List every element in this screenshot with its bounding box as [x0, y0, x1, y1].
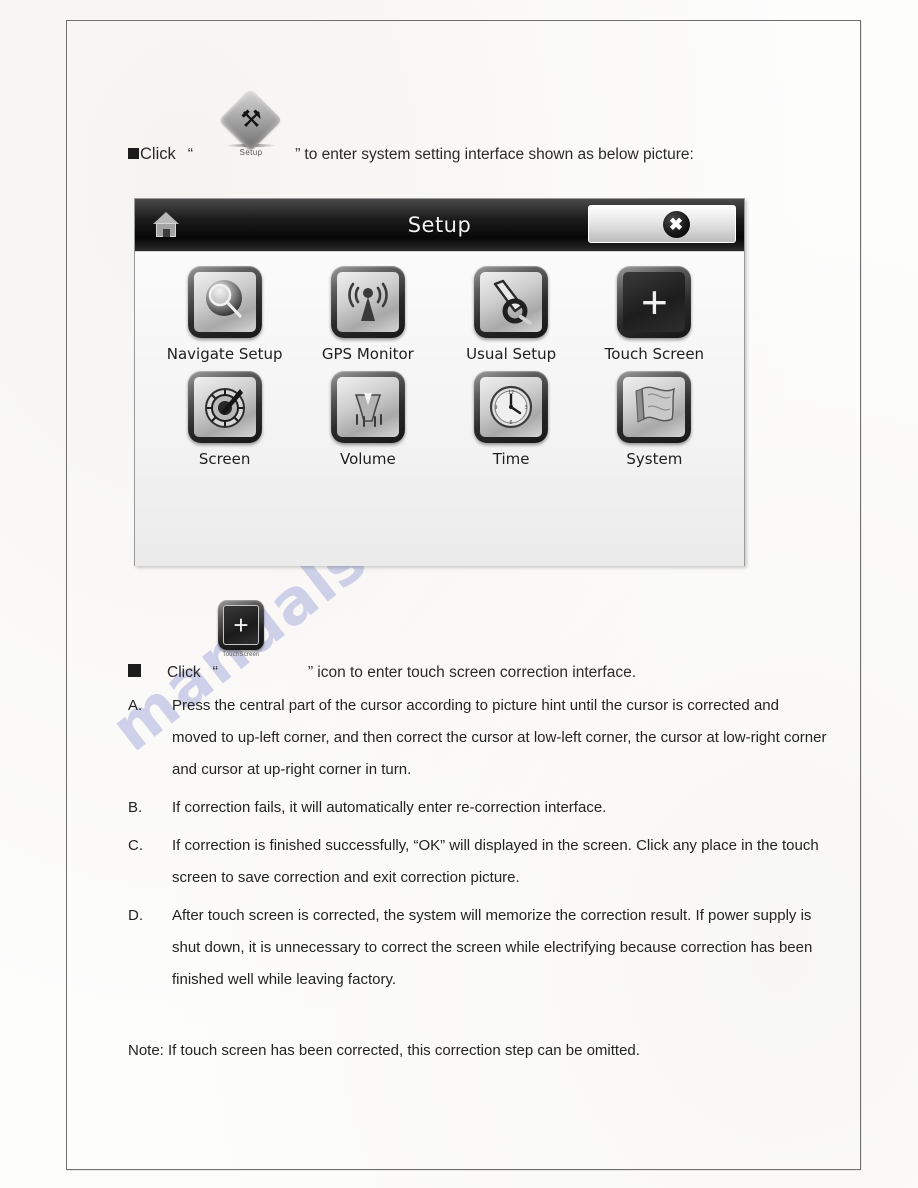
grid-item-usual-setup[interactable]: Usual Setup	[443, 266, 579, 363]
antenna-svg	[348, 282, 388, 321]
svg-text:9: 9	[495, 405, 498, 411]
device-screenshot: Setup ✖ Navigate Setup GPS Monitor Usual…	[134, 198, 745, 566]
touch-rest-text: icon to enter touch screen correction in…	[317, 664, 637, 681]
grid-item-volume[interactable]: Volume	[300, 371, 436, 468]
grid-item-time[interactable]: 12 3 6 9 Time	[443, 371, 579, 468]
intro-close-quote: ”	[295, 146, 301, 163]
svg-text:6: 6	[510, 420, 513, 426]
flag-svg	[635, 386, 676, 423]
screen-label: Screen	[198, 450, 251, 468]
step-item: A. Press the central part of the cursor …	[128, 690, 828, 786]
step-letter: C.	[128, 837, 143, 854]
touchscreen-plus-glyph: +	[223, 605, 259, 645]
screen-button[interactable]	[187, 371, 262, 443]
step-letter: D.	[128, 907, 143, 924]
system-label: System	[626, 450, 683, 468]
touch-screen-section: + TouchScreen Click “ ” icon to enter to…	[128, 600, 828, 1066]
plus-glyph: +	[640, 276, 668, 328]
intro-click-word: Click	[140, 145, 176, 163]
volume-label: Volume	[339, 450, 396, 468]
time-label: Time	[492, 450, 530, 468]
step-text: After touch screen is corrected, the sys…	[172, 907, 813, 988]
magnifier-svg	[205, 280, 242, 318]
navigate-setup-label: Navigate Setup	[166, 345, 283, 363]
step-text: Press the central part of the cursor acc…	[172, 697, 827, 778]
volume-button[interactable]	[330, 371, 405, 443]
grid-item-touch-screen[interactable]: + Touch Screen	[586, 266, 722, 363]
touchscreen-icon: +	[218, 600, 264, 650]
close-panel[interactable]: ✖	[588, 205, 736, 243]
step-item: B. If correction fails, it will automati…	[128, 792, 828, 824]
wrench-svg	[493, 279, 533, 325]
usual-setup-button[interactable]	[474, 266, 549, 338]
grid-item-system[interactable]: System	[586, 371, 722, 468]
intro-open-quote: “	[187, 146, 194, 163]
close-icon[interactable]: ✖	[662, 210, 690, 238]
bullet-square-icon-2	[128, 664, 141, 677]
step-item: D. After touch screen is corrected, the …	[128, 900, 828, 996]
intro-rest-text: to enter system setting interface shown …	[304, 146, 694, 163]
flag-icon	[623, 377, 686, 437]
usual-setup-label: Usual Setup	[466, 345, 557, 363]
bullet-square-icon	[128, 148, 139, 159]
icon-row-1: Navigate Setup GPS Monitor Usual Setup +…	[153, 266, 726, 363]
gps-monitor-button[interactable]	[330, 266, 405, 338]
touchscreen-icon-caption: TouchScreen	[222, 652, 260, 658]
step-text: If correction is finished successfully, …	[172, 837, 819, 886]
page-content: ⚒ Setup Click “ ” to enter system settin…	[128, 88, 828, 170]
step-item: C. If correction is finished successfull…	[128, 830, 828, 894]
grid-item-screen[interactable]: Screen	[157, 371, 293, 468]
icon-row-2: Screen Volume 12 3 6 9 Time System	[153, 371, 726, 468]
touch-open-quote: “	[212, 664, 218, 681]
touch-screen-icon-illustration: + TouchScreen	[206, 600, 276, 658]
intro-click-line: ⚒ Setup Click “ ” to enter system settin…	[128, 88, 828, 170]
touch-text-row: Click “ ” icon to enter touch screen cor…	[128, 664, 636, 682]
touch-click-line: + TouchScreen Click “ ” icon to enter to…	[128, 600, 828, 686]
touch-screen-section-wrapper: + TouchScreen Click “ ” icon to enter to…	[128, 600, 828, 1066]
gps-monitor-label: GPS Monitor	[321, 345, 414, 363]
setup-tools-diamond-icon: ⚒	[219, 88, 283, 152]
svg-text:3: 3	[525, 405, 528, 411]
tools-glyph: ⚒	[240, 106, 262, 133]
steps-list: A. Press the central part of the cursor …	[128, 690, 828, 996]
grid-item-navigate-setup[interactable]: Navigate Setup	[157, 266, 293, 363]
navigate-setup-button[interactable]	[187, 266, 262, 338]
dial-svg	[204, 388, 245, 428]
time-button[interactable]: 12 3 6 9	[474, 371, 549, 443]
touch-screen-button[interactable]: +	[617, 266, 692, 338]
intro-text-row: Click “ ” to enter system setting interf…	[128, 145, 694, 164]
clock-svg: 12 3 6 9	[490, 385, 533, 429]
clock-icon: 12 3 6 9	[480, 377, 543, 437]
grid-item-gps-monitor[interactable]: GPS Monitor	[300, 266, 436, 363]
antenna-signal-icon	[336, 272, 399, 332]
svg-text:12: 12	[508, 390, 514, 396]
crosshair-plus-icon: +	[623, 272, 686, 332]
touch-click-word: Click	[167, 664, 201, 681]
wrench-icon	[480, 272, 543, 332]
magnifier-icon	[193, 272, 256, 332]
speaker-icon	[336, 377, 399, 437]
device-title-bar: Setup ✖	[135, 199, 744, 252]
device-icon-grid: Navigate Setup GPS Monitor Usual Setup +…	[135, 252, 744, 566]
touch-screen-label: Touch Screen	[604, 345, 705, 363]
step-letter: B.	[128, 799, 143, 816]
system-button[interactable]	[617, 371, 692, 443]
speaker-svg	[354, 393, 382, 427]
note-text: Note: If touch screen has been corrected…	[128, 1042, 640, 1059]
step-text: If correction fails, it will automatical…	[172, 799, 607, 816]
step-letter: A.	[128, 697, 143, 714]
brightness-dial-icon	[193, 377, 256, 437]
touch-close-quote: ”	[307, 664, 314, 681]
